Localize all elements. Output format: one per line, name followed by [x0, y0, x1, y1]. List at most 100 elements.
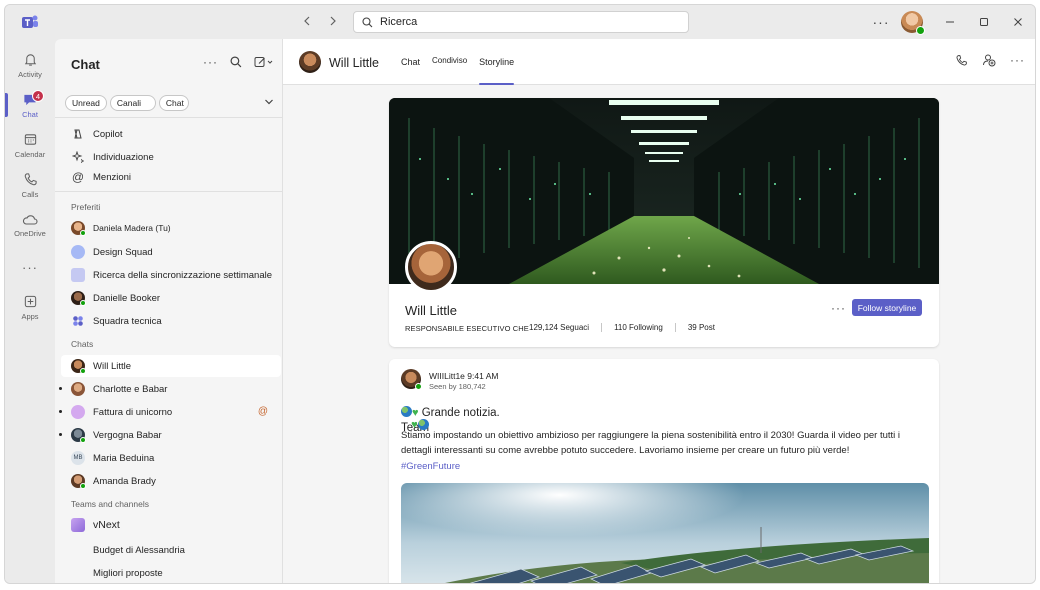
- chat-item-name: Ricerca della sincronizzazione settimana…: [93, 269, 273, 281]
- group-avatar: [71, 405, 85, 419]
- channel-item-name: Budget di Alessandria: [93, 544, 185, 556]
- app-rail: Activity 4 Chat Calendar Calls OneDrive …: [5, 39, 55, 583]
- my-avatar[interactable]: [901, 11, 925, 35]
- add-people-icon[interactable]: [982, 53, 996, 67]
- chat-item-name: Charlotte e Babar: [93, 383, 168, 395]
- add-apps-icon: [24, 295, 36, 307]
- profile-role: RESPONSABILE ESECUTIVO CHE: [405, 324, 529, 333]
- chevron-down-icon[interactable]: [264, 97, 274, 107]
- avatar: [71, 474, 86, 489]
- more-icon: ···: [22, 259, 38, 275]
- avatar[interactable]: [299, 51, 321, 73]
- quick-discover[interactable]: Individuazione: [61, 146, 281, 168]
- quick-label: Individuazione: [93, 151, 154, 163]
- search-box[interactable]: [353, 11, 689, 33]
- rail-more[interactable]: ···: [5, 247, 55, 287]
- quick-label: Menzioni: [93, 171, 132, 183]
- search-input[interactable]: [380, 16, 660, 28]
- title-bar: ···: [5, 5, 1035, 39]
- follow-storyline-button[interactable]: Follow storyline: [852, 299, 922, 316]
- post-card: WIIILitt1e 9:41 AM Seen by 180,742 ♥ Gra…: [389, 359, 939, 584]
- chat-item[interactable]: Danielle Booker: [61, 287, 281, 309]
- avatar[interactable]: [401, 369, 422, 390]
- green-heart-icon: ♥: [412, 407, 419, 419]
- bell-icon: [24, 53, 36, 66]
- followers-count[interactable]: 129,124 Seguaci: [529, 323, 589, 332]
- avatar: [71, 221, 86, 236]
- filter-channels[interactable]: Canali: [109, 95, 156, 111]
- team-item-name: vNext: [93, 519, 120, 531]
- tab-chat[interactable]: Chat: [401, 39, 420, 85]
- chat-item-selected[interactable]: Will Little: [61, 355, 281, 377]
- following-count[interactable]: 110 Following: [614, 323, 663, 332]
- quick-mentions[interactable]: @ Menzioni: [61, 166, 281, 188]
- avatar: [71, 382, 85, 396]
- section-favorites: Preferiti: [71, 202, 101, 212]
- chat-item[interactable]: Vergogna Babar: [61, 424, 281, 446]
- back-arrow-icon[interactable]: [299, 13, 315, 29]
- phone-icon: [24, 172, 37, 185]
- profile-more-button[interactable]: ···: [831, 301, 846, 315]
- profile-stats: 129,124 Seguaci 110 Following 39 Post: [529, 323, 715, 332]
- chat-item-name: Vergogna Babar: [93, 429, 162, 441]
- search-icon[interactable]: [230, 56, 242, 68]
- datacenter-banner-image: [389, 98, 939, 284]
- chat-item-name: Amanda Brady: [93, 475, 156, 487]
- group-avatar: [71, 245, 85, 259]
- profile-name: Will Little: [405, 303, 458, 318]
- settings-more-button[interactable]: ···: [867, 14, 895, 30]
- call-icon[interactable]: [955, 54, 968, 67]
- conversation-title: Will Little: [329, 56, 380, 70]
- posts-count[interactable]: 39 Post: [688, 323, 715, 332]
- maximize-button[interactable]: [967, 5, 1001, 39]
- chat-item[interactable]: MB Maria Beduina: [61, 447, 281, 469]
- unread-badge: 4: [32, 90, 44, 102]
- rail-activity[interactable]: Activity: [5, 45, 55, 85]
- close-window-button[interactable]: [1001, 5, 1035, 39]
- chat-item[interactable]: Design Squad: [61, 241, 281, 263]
- minimize-button[interactable]: [933, 5, 967, 39]
- rail-apps[interactable]: Apps: [5, 287, 55, 327]
- post-body: Stiamo impostando un obiettivo ambizioso…: [401, 430, 901, 456]
- copilot-icon: [71, 127, 85, 141]
- channel-item[interactable]: Budget di Alessandria: [61, 539, 281, 561]
- chat-item[interactable]: Daniela Madera (Tu): [61, 217, 281, 239]
- rail-label: Apps: [21, 311, 39, 321]
- rail-calendar[interactable]: Calendar: [5, 125, 55, 165]
- chat-item-name: Squadra tecnica: [93, 315, 162, 327]
- filter-unread[interactable]: Unread: [65, 95, 107, 111]
- rail-calls[interactable]: Calls: [5, 165, 55, 205]
- filter-chat[interactable]: Chat: [158, 95, 189, 111]
- post-author: WIIILitt1e 9:41 AM: [429, 371, 499, 381]
- chat-item-name: Danielle Booker: [93, 292, 161, 304]
- section-teams: Teams and channels: [71, 499, 149, 509]
- hashtag-link[interactable]: #GreenFuture: [401, 461, 460, 472]
- rail-label: Activity: [18, 69, 42, 79]
- rail-chat[interactable]: 4 Chat: [5, 85, 55, 125]
- chat-panel-title: Chat: [71, 57, 100, 72]
- chat-item[interactable]: Squadra tecnica: [61, 310, 281, 332]
- initials-avatar: MB: [71, 451, 85, 465]
- storyline-feed[interactable]: Will Little RESPONSABILE ESECUTIVO CHE 1…: [283, 85, 1035, 584]
- chat-item[interactable]: Charlotte e Babar: [61, 378, 281, 400]
- forward-arrow-icon[interactable]: [325, 13, 341, 29]
- chat-item-name: Maria Beduina: [93, 452, 155, 464]
- channel-item[interactable]: Migliori proposte: [61, 562, 281, 583]
- quick-copilot[interactable]: Copilot: [61, 123, 281, 145]
- more-options-button[interactable]: ···: [1010, 53, 1025, 67]
- chat-item[interactable]: Ricerca della sincronizzazione settimana…: [61, 264, 281, 286]
- more-options-button[interactable]: ···: [203, 55, 218, 69]
- chat-item[interactable]: Amanda Brady: [61, 470, 281, 492]
- team-item[interactable]: vNext: [61, 514, 281, 536]
- section-chats: Chats: [71, 339, 94, 349]
- tab-storyline[interactable]: Storyline: [479, 39, 515, 85]
- rail-onedrive[interactable]: OneDrive: [5, 205, 55, 245]
- solar-panels-video-thumbnail[interactable]: [401, 483, 929, 584]
- tab-shared[interactable]: Condiviso: [432, 37, 467, 83]
- chat-item-name: Daniela Madera (Tu): [93, 223, 171, 233]
- new-chat-icon[interactable]: [254, 56, 274, 68]
- avatar: [71, 359, 86, 374]
- chat-item[interactable]: Fattura di unicorno: [61, 401, 281, 423]
- profile-photo[interactable]: [405, 241, 457, 293]
- chat-item-name: Will Little: [93, 360, 132, 372]
